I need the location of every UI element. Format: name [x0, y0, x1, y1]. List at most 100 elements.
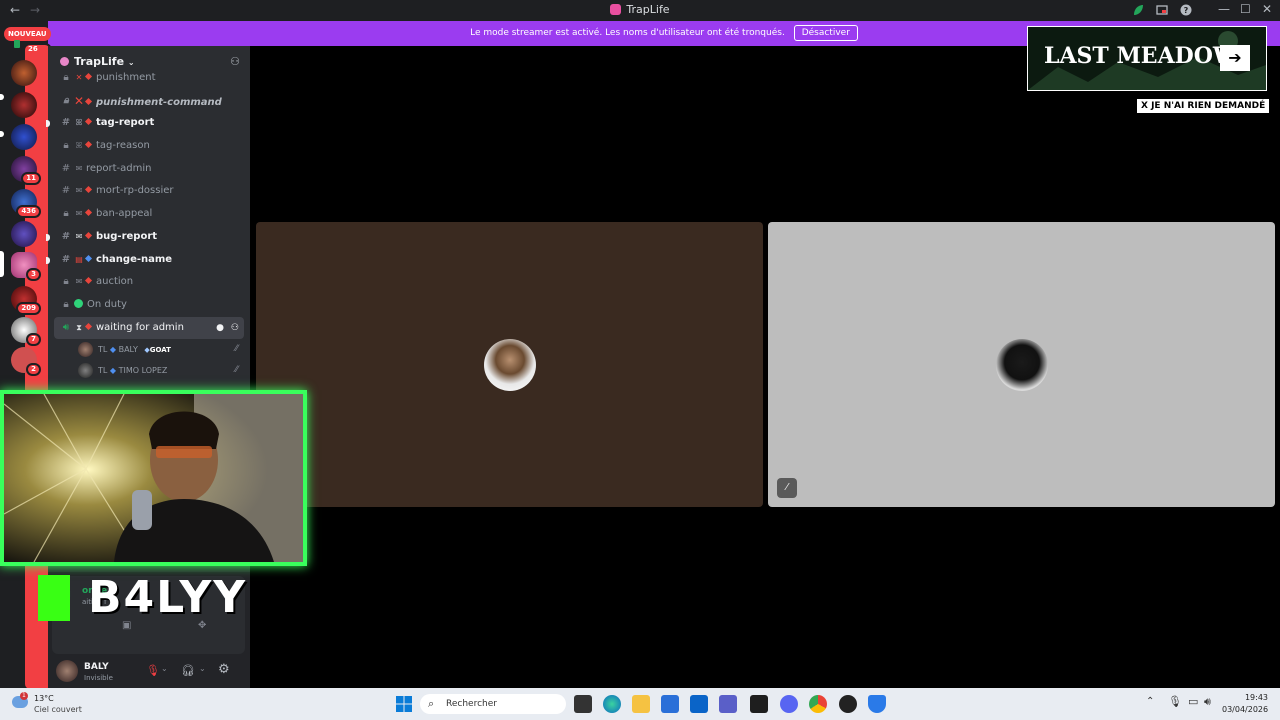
help-icon[interactable]: ? [1180, 4, 1192, 16]
channel-ban-appeal[interactable]: 🔒︎ ✉ ban-appeal [48, 203, 250, 226]
edge-icon[interactable] [603, 695, 621, 713]
server-icon[interactable]: 2 [11, 347, 41, 376]
channel-label: waiting for admin [96, 321, 184, 333]
participant-tile[interactable]: ⁄ [768, 222, 1275, 507]
outlook-icon[interactable] [690, 695, 708, 713]
user-name: TIMO LOPEZ [118, 366, 168, 376]
clock-date[interactable]: 03/04/2026 [1222, 705, 1268, 714]
badge-count: 7 [26, 333, 41, 346]
participant-tile[interactable] [256, 222, 763, 507]
channel-label: punishment-command [96, 96, 222, 108]
unread-pip [46, 233, 50, 241]
ad-banner[interactable]: LAST MEADOW ➔ [1027, 26, 1267, 91]
mic-muted-icon[interactable]: 🎙︎ [146, 664, 160, 677]
channel-punishment-command[interactable]: 🔒︎ ✕ punishment-command [48, 90, 250, 113]
webcam-image [4, 394, 303, 562]
discord-icon[interactable] [780, 695, 798, 713]
channel-tag-reason[interactable]: 🔒︎ ꕤ tag-reason [48, 135, 250, 158]
banner-text: Le mode streamer est activé. Les noms d'… [470, 28, 785, 38]
user-prefix: TL [98, 366, 108, 376]
defender-icon[interactable] [868, 695, 886, 713]
arrow-right-icon[interactable]: ➔ [1220, 45, 1250, 71]
diamond-icon: ◆ [109, 345, 117, 355]
channel-label: tag-report [96, 117, 155, 129]
leaf-icon[interactable] [1132, 4, 1144, 16]
rule-diamond-icon [84, 141, 93, 149]
weather-desc: Ciel couvert [34, 705, 82, 714]
svg-text:?: ? [1184, 6, 1189, 15]
terminal-icon[interactable] [750, 695, 768, 713]
weather-temp: 13°C [34, 694, 54, 703]
avatar [78, 363, 93, 379]
voice-user[interactable]: TL ◆ TIMO LOPEZ ⁄⁄ [48, 360, 250, 381]
channel-auction[interactable]: 🔒︎ ✉ auction [48, 271, 250, 294]
volume-icon[interactable]: 🔊︎ [1204, 695, 1211, 709]
channel-label: report-admin [86, 162, 152, 174]
server-icon[interactable] [11, 124, 37, 150]
server-icon[interactable]: 7 [11, 317, 41, 346]
clock-time[interactable]: 19:43 [1228, 693, 1268, 702]
unread-pip [46, 120, 50, 128]
store-icon[interactable] [661, 695, 679, 713]
title-bar: ← → TrapLife ? — ☐ ✕ [0, 0, 1280, 21]
server-icon[interactable]: 11 [11, 156, 41, 185]
server-icon[interactable] [11, 221, 37, 247]
document-icon: ▤ [75, 254, 83, 264]
envelope-icon: ✉ [75, 277, 83, 287]
server-icon[interactable]: 209 [11, 286, 41, 315]
task-view-icon[interactable] [574, 695, 592, 713]
channel-punishment[interactable]: 🔒︎ ✕ punishment [48, 67, 250, 90]
chevron-up-icon[interactable]: ⌃ [1146, 696, 1154, 707]
green-circle-icon [74, 298, 83, 308]
chat-icon[interactable]: ● [216, 317, 224, 340]
ad-title: LAST MEADOW [1044, 43, 1238, 69]
server-icon[interactable] [11, 92, 37, 118]
disable-button[interactable]: Désactiver [793, 25, 858, 41]
cross-icon: ✕ [74, 93, 85, 108]
channel-report-admin[interactable]: # ✉ report-admin [48, 158, 250, 181]
windows-start-icon[interactable] [396, 696, 412, 712]
teams-icon[interactable] [719, 695, 737, 713]
headphones-icon[interactable]: 🎧︎ [181, 664, 195, 677]
maximize-icon[interactable]: ☐ [1240, 2, 1251, 16]
channel-tag-report[interactable]: # ꕤ tag-report [46, 112, 250, 135]
obs-icon[interactable] [839, 695, 857, 713]
lock-icon: 🔒︎ [63, 140, 69, 152]
server-icon[interactable] [11, 60, 37, 86]
server-tag-icon [60, 57, 69, 66]
network-icon[interactable]: ▭ [1188, 695, 1198, 708]
server-icon-traplife[interactable]: 3 [11, 252, 41, 281]
selected-pip [0, 251, 4, 277]
chrome-icon[interactable] [809, 695, 827, 713]
gear-icon[interactable]: ⚙ [218, 662, 230, 677]
screen-icon[interactable] [1156, 4, 1168, 16]
microphone-icon[interactable]: 🎙︎ [1168, 695, 1182, 708]
new-badge: NOUVEAU [4, 27, 51, 41]
voice-user[interactable]: TL ◆ BALY ◆GOAT ⁄⁄ [48, 339, 250, 360]
ad-cta[interactable]: X JE N'AI RIEN DEMANDÉ [1137, 99, 1270, 113]
channel-label: change-name [96, 253, 173, 265]
avatar [483, 338, 536, 391]
badge-count: 209 [16, 302, 41, 315]
server-icon[interactable]: 436 [11, 189, 41, 218]
channel-label: mort-rp-dossier [96, 185, 174, 197]
file-explorer-icon[interactable] [632, 695, 650, 713]
chevron-down-icon[interactable]: ⌄ [161, 664, 168, 673]
search-box[interactable]: ⌕ Rechercher [420, 694, 566, 714]
lock-icon: 🔒︎ [63, 208, 69, 220]
channel-on-duty[interactable]: 🔒︎ On duty [48, 294, 250, 317]
taskbar: 1 13°C Ciel couvert ⌕ Rechercher ⌃ 🎙︎ ▭ 🔊… [0, 688, 1280, 720]
channel-mort-rp-dossier[interactable]: # ✉ mort-rp-dossier [48, 180, 250, 203]
close-icon[interactable]: ✕ [1262, 2, 1272, 16]
avatar[interactable] [56, 660, 78, 682]
envelope-icon: ✉ [75, 163, 83, 173]
channel-waiting-for-admin[interactable]: 🔊︎ ⧗ waiting for admin ● ⚇ [54, 316, 244, 340]
hash-icon: # [61, 230, 71, 242]
role-tag: ◆GOAT [144, 346, 171, 355]
green-block-icon [38, 575, 70, 621]
channel-change-name[interactable]: # ▤ change-name [46, 249, 250, 272]
minimize-icon[interactable]: — [1218, 2, 1230, 16]
chevron-down-icon[interactable]: ⌄ [199, 664, 206, 673]
invite-icon[interactable]: ⚇ [231, 317, 239, 340]
channel-bug-report[interactable]: # ✉ bug-report [46, 226, 250, 249]
